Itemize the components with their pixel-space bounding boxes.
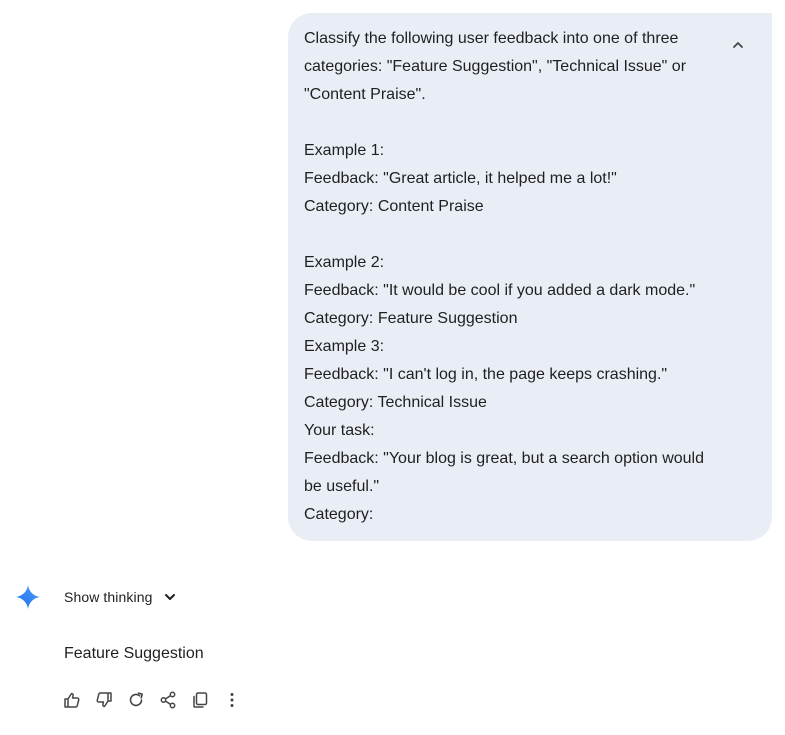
message-line: Classify the following user feedback int… (304, 30, 679, 47)
message-line: Category: Content Praise (304, 198, 484, 215)
message-line: Example 2: (304, 254, 385, 271)
message-line: Category: Technical Issue (304, 394, 487, 411)
response-action-bar (60, 688, 252, 712)
message-line: Feedback: "Your blog is great, but a sea… (304, 450, 705, 467)
show-thinking-label: Show thinking (64, 589, 153, 605)
message-line (304, 109, 716, 137)
gemini-sparkle-icon (16, 585, 40, 609)
message-line: "Content Praise". (304, 86, 426, 103)
message-line: Feedback: "Great article, it helped me a… (304, 170, 617, 187)
share-icon (160, 691, 176, 709)
message-line: Example 3: (304, 338, 385, 355)
message-line: categories: "Feature Suggestion", "Techn… (304, 58, 687, 75)
more-options-icon (230, 693, 234, 707)
chat-page: Classify the following user feedback int… (0, 0, 785, 735)
user-message-bubble: Classify the following user feedback int… (288, 13, 772, 541)
thumbs-up-icon (64, 692, 80, 708)
message-line: Feedback: "It would be cool if you added… (304, 282, 696, 299)
regenerate-button[interactable] (124, 688, 148, 712)
message-line: Your task: (304, 422, 375, 439)
message-line (304, 221, 716, 249)
chevron-up-icon (733, 42, 743, 48)
model-response-text: Feature Suggestion (64, 645, 204, 662)
message-line: Category: Feature Suggestion (304, 310, 518, 327)
collapse-message-button[interactable] (726, 33, 750, 57)
chevron-down-icon (165, 594, 176, 600)
copy-button[interactable] (188, 688, 212, 712)
message-line: be useful." (304, 478, 380, 495)
message-line: Feedback: "I can't log in, the page keep… (304, 366, 668, 383)
message-line: Example 1: (304, 142, 385, 159)
show-thinking-toggle[interactable]: Show thinking (64, 585, 180, 609)
more-options-button[interactable] (220, 688, 244, 712)
thumbs-down-icon (96, 692, 112, 708)
message-line: Category: (304, 506, 374, 523)
regenerate-icon (129, 692, 143, 707)
copy-icon (193, 692, 208, 708)
user-message-text: Classify the following user feedback int… (304, 25, 716, 529)
good-response-button[interactable] (60, 688, 84, 712)
bad-response-button[interactable] (92, 688, 116, 712)
share-button[interactable] (156, 688, 180, 712)
